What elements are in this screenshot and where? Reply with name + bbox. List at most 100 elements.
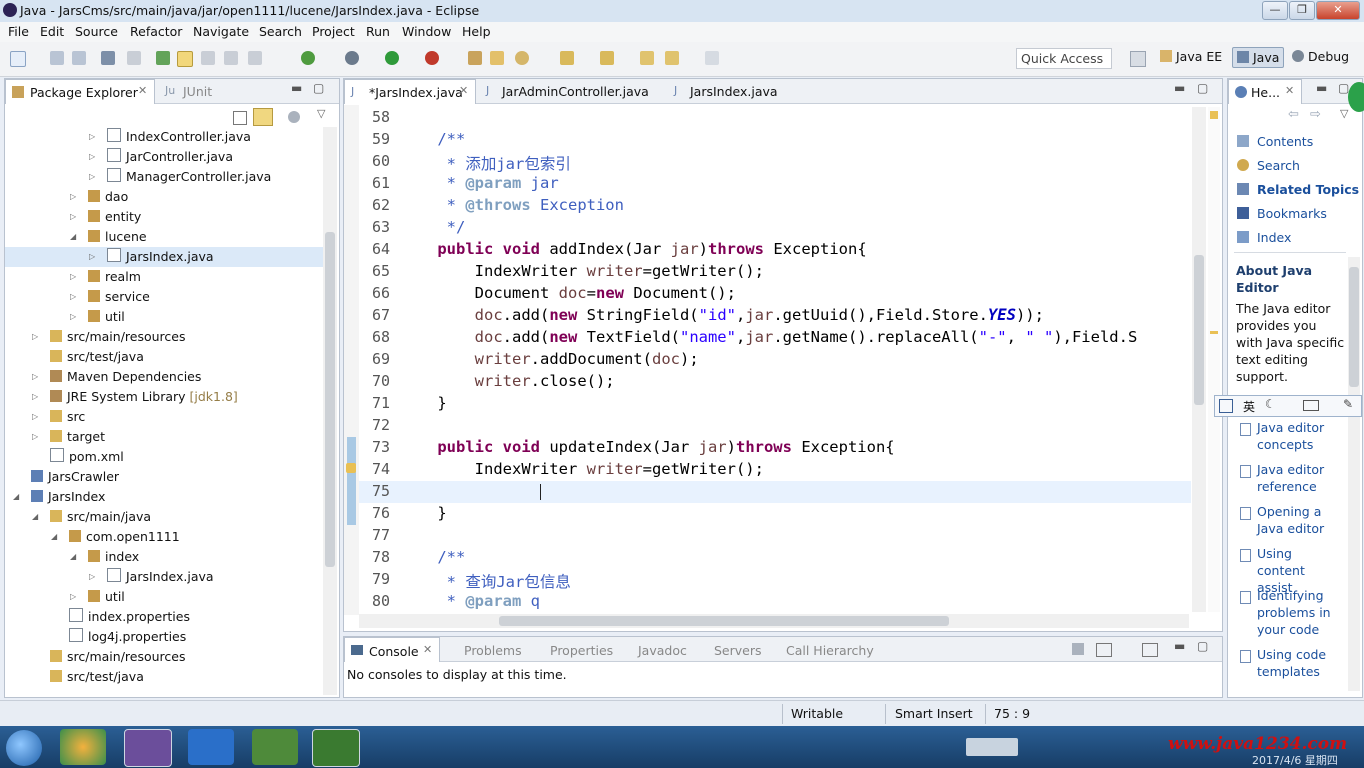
collapsed-arrow-icon[interactable]: ▷ bbox=[70, 587, 76, 607]
code-line[interactable]: * 添加jar包索引 bbox=[400, 152, 571, 174]
help-scrollbar[interactable] bbox=[1348, 257, 1360, 691]
close-icon[interactable]: ✕ bbox=[1285, 84, 1294, 97]
collapsed-arrow-icon[interactable]: ▷ bbox=[89, 247, 95, 267]
perspective-debug[interactable]: Debug bbox=[1292, 49, 1349, 64]
collapsed-arrow-icon[interactable]: ▷ bbox=[70, 287, 76, 307]
minimize-button[interactable]: — bbox=[1262, 1, 1288, 20]
package-explorer-scrollbar[interactable] bbox=[323, 127, 337, 695]
toggle-block-icon[interactable] bbox=[201, 51, 215, 65]
skip-breakpoints-icon[interactable] bbox=[127, 51, 141, 65]
menu-window[interactable]: Window bbox=[402, 24, 451, 39]
editor-tab-jarsindex[interactable]: J JarsIndex.java bbox=[666, 79, 796, 103]
tree-item[interactable]: ▷ util bbox=[5, 307, 323, 327]
last-edit-icon[interactable] bbox=[640, 51, 654, 65]
status-insert-mode[interactable]: Smart Insert bbox=[895, 706, 973, 721]
forward-icon[interactable] bbox=[705, 51, 719, 65]
menu-search[interactable]: Search bbox=[259, 24, 302, 39]
help-link-index[interactable]: Index bbox=[1257, 230, 1291, 245]
help-related-link[interactable]: Using code templates bbox=[1257, 646, 1343, 680]
tree-item[interactable]: ◢ src/main/java bbox=[5, 507, 323, 527]
code-line[interactable]: /** bbox=[400, 130, 465, 148]
help-menu-icon[interactable]: ▽ bbox=[1340, 107, 1348, 120]
help-related-link[interactable]: Opening a Java editor bbox=[1257, 503, 1343, 537]
help-related-link[interactable]: Java editor concepts bbox=[1257, 419, 1343, 453]
collapsed-arrow-icon[interactable]: ▷ bbox=[89, 567, 95, 587]
tab-javadoc[interactable]: Javadoc bbox=[638, 643, 687, 658]
help-scroll-thumb[interactable] bbox=[1349, 267, 1359, 387]
ime-language-label[interactable]: 英 bbox=[1243, 398, 1255, 415]
display-console-icon[interactable] bbox=[1096, 643, 1112, 657]
tree-item[interactable]: ▷ JarController.java bbox=[5, 147, 323, 167]
editor-hscroll-thumb[interactable] bbox=[499, 616, 949, 626]
tree-item[interactable]: ▷ realm bbox=[5, 267, 323, 287]
tree-item[interactable]: ▷ JarsIndex.java bbox=[5, 567, 323, 587]
open-folder-icon[interactable] bbox=[490, 51, 504, 65]
help-related-link[interactable]: Java editor reference bbox=[1257, 461, 1343, 495]
tree-item[interactable]: ▷ src bbox=[5, 407, 323, 427]
tree-item[interactable]: pom.xml bbox=[5, 447, 323, 467]
collapsed-arrow-icon[interactable]: ▷ bbox=[70, 267, 76, 287]
code-line[interactable]: public void updateIndex(Jar jar)throws E… bbox=[400, 438, 894, 456]
menu-file[interactable]: File bbox=[8, 24, 29, 39]
tree-item[interactable]: ▷ Maven Dependencies bbox=[5, 367, 323, 387]
run-icon[interactable] bbox=[385, 51, 399, 65]
perspective-java-ee[interactable]: Java EE bbox=[1160, 49, 1222, 64]
menu-project[interactable]: Project bbox=[312, 24, 355, 39]
editor-scroll-thumb[interactable] bbox=[1194, 255, 1204, 405]
prev-annotation-icon[interactable] bbox=[600, 51, 614, 65]
collapsed-arrow-icon[interactable]: ▷ bbox=[32, 387, 38, 407]
expanded-arrow-icon[interactable]: ◢ bbox=[32, 507, 38, 527]
tree-item[interactable]: index.properties bbox=[5, 607, 323, 627]
help-link-bookmarks[interactable]: Bookmarks bbox=[1257, 206, 1327, 221]
taskbar-app-word-icon[interactable] bbox=[188, 729, 234, 765]
pin-console-icon[interactable] bbox=[1072, 643, 1084, 655]
code-line[interactable]: */ bbox=[400, 218, 466, 236]
code-line[interactable]: IndexWriter writer=getWriter(); bbox=[400, 460, 764, 478]
vertical-scrollbar[interactable] bbox=[1192, 107, 1206, 612]
tree-item[interactable]: ▷ JarsIndex.java bbox=[5, 247, 323, 267]
refresh-icon[interactable] bbox=[301, 51, 315, 65]
taskbar-app-browser-icon[interactable] bbox=[60, 729, 106, 765]
expanded-arrow-icon[interactable]: ◢ bbox=[13, 487, 19, 507]
collapsed-arrow-icon[interactable]: ▷ bbox=[32, 367, 38, 387]
next-annotation-icon[interactable] bbox=[560, 51, 574, 65]
code-line[interactable]: /** bbox=[400, 548, 465, 566]
tree-item[interactable]: ▷ target bbox=[5, 427, 323, 447]
tree-item[interactable]: log4j.properties bbox=[5, 627, 323, 647]
tree-item[interactable]: src/test/java bbox=[5, 347, 323, 367]
tree-item[interactable]: ◢ JarsIndex bbox=[5, 487, 323, 507]
minimize-view-icon[interactable]: ▬ bbox=[1174, 639, 1185, 653]
collapsed-arrow-icon[interactable]: ▷ bbox=[89, 147, 95, 167]
notification-bubble-icon[interactable] bbox=[1348, 82, 1364, 112]
collapsed-arrow-icon[interactable]: ▷ bbox=[70, 207, 76, 227]
close-icon[interactable]: ✕ bbox=[459, 84, 468, 97]
wrench-icon[interactable]: ✎ bbox=[1343, 397, 1353, 411]
pilcrow-icon[interactable] bbox=[248, 51, 262, 65]
save-icon[interactable] bbox=[50, 51, 64, 65]
tab-properties[interactable]: Properties bbox=[550, 643, 613, 658]
code-line[interactable]: doc.add(new TextField("name",jar.getName… bbox=[400, 328, 1138, 346]
tab-call-hierarchy[interactable]: Call Hierarchy bbox=[786, 643, 874, 658]
open-console-icon[interactable] bbox=[1142, 643, 1158, 657]
code-line[interactable]: * @throws Exception bbox=[400, 196, 624, 214]
menu-run[interactable]: Run bbox=[366, 24, 390, 39]
menu-help[interactable]: Help bbox=[462, 24, 491, 39]
taskbar-app-camtasia-recorder-icon[interactable] bbox=[312, 729, 360, 767]
maximize-view-icon[interactable]: ▢ bbox=[313, 81, 324, 95]
back-arrow-icon[interactable]: ⇦ bbox=[1288, 107, 1299, 122]
code-line[interactable]: } bbox=[400, 394, 446, 412]
code-line[interactable]: public void addIndex(Jar jar)throws Exce… bbox=[400, 240, 866, 258]
tree-item[interactable]: ▷ src/main/resources bbox=[5, 327, 323, 347]
collapsed-arrow-icon[interactable]: ▷ bbox=[32, 327, 38, 347]
minimize-view-icon[interactable]: ▬ bbox=[291, 81, 302, 95]
tab-package-explorer[interactable]: Package Explorer ✕ bbox=[5, 79, 155, 104]
filter-icon[interactable] bbox=[288, 111, 300, 123]
help-link-search[interactable]: Search bbox=[1257, 158, 1300, 173]
expanded-arrow-icon[interactable]: ◢ bbox=[70, 227, 76, 247]
collapsed-arrow-icon[interactable]: ▷ bbox=[32, 427, 38, 447]
code-line[interactable]: } bbox=[400, 504, 446, 522]
minimize-view-icon[interactable]: ▬ bbox=[1316, 81, 1327, 95]
menu-edit[interactable]: Edit bbox=[40, 24, 64, 39]
link-with-editor-icon[interactable] bbox=[253, 108, 273, 126]
tree-item[interactable]: JarsCrawler bbox=[5, 467, 323, 487]
